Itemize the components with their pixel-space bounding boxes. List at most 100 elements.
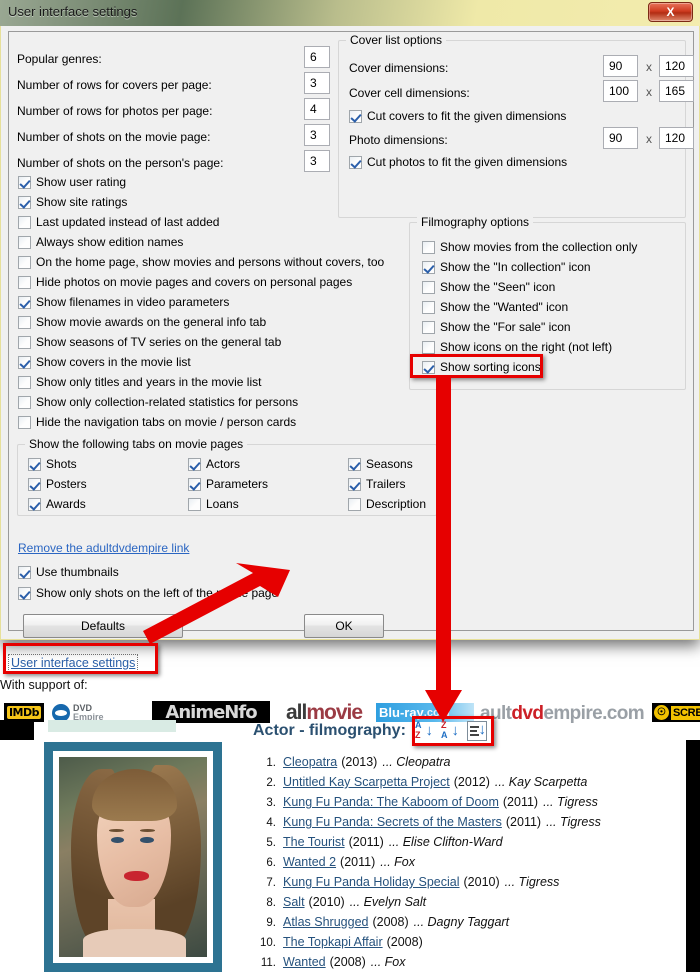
- movie-title-link[interactable]: Kung Fu Panda: The Kaboom of Doom: [283, 792, 499, 812]
- checkbox-label: Show filenames in video parameters: [36, 295, 230, 309]
- checkbox-tab-seasons[interactable]: Seasons: [348, 457, 413, 471]
- movie-title-link[interactable]: Kung Fu Panda: Secrets of the Masters: [283, 812, 502, 832]
- checkbox-hide-photos[interactable]: Hide photos on movie pages and covers on…: [18, 275, 352, 289]
- checkbox-seasons-tv-series[interactable]: Show seasons of TV series on the general…: [18, 335, 281, 349]
- checkbox-titles-years-only[interactable]: Show only titles and years in the movie …: [18, 375, 261, 389]
- checkbox-tab-shots[interactable]: Shots: [28, 457, 77, 471]
- movie-title-link[interactable]: The Tourist: [283, 832, 345, 852]
- input-cover-height[interactable]: 120: [659, 55, 694, 77]
- checkbox-box: [422, 300, 435, 314]
- checkbox-tab-posters[interactable]: Posters: [28, 477, 87, 491]
- checkbox-seen-icon[interactable]: Show the "Seen" icon: [422, 280, 555, 294]
- input-rows-photos[interactable]: 4: [304, 98, 330, 120]
- checkbox-cut-photos[interactable]: Cut photos to fit the given dimensions: [349, 155, 567, 169]
- movie-title-link[interactable]: Untitled Kay Scarpetta Project: [283, 772, 450, 792]
- adult-logo-t4: empire.com: [543, 703, 645, 724]
- movie-title-link[interactable]: Wanted: [283, 952, 326, 972]
- input-cover-cell-height[interactable]: 165: [659, 80, 694, 102]
- checkbox-tab-parameters[interactable]: Parameters: [188, 477, 268, 491]
- checkbox-tab-awards[interactable]: Awards: [28, 497, 86, 511]
- checkbox-box: [18, 215, 31, 229]
- window-titlebar[interactable]: User interface settings X: [0, 0, 700, 26]
- photo-dimensions-separator: x: [646, 132, 652, 146]
- checkbox-box: [18, 235, 31, 249]
- checkbox-last-updated[interactable]: Last updated instead of last added: [18, 215, 219, 229]
- input-photo-width[interactable]: 90: [603, 127, 638, 149]
- checkbox-label: Shots: [46, 457, 77, 471]
- checkbox-use-thumbnails[interactable]: Use thumbnails: [18, 565, 119, 579]
- checkbox-label: Posters: [46, 477, 87, 491]
- checkbox-show-site-ratings[interactable]: Show site ratings: [18, 195, 127, 209]
- list-item[interactable]: 8. Salt (2010) ... Evelyn Salt: [250, 892, 700, 912]
- list-item[interactable]: 1. Cleopatra (2013) ... Cleopatra: [250, 752, 700, 772]
- list-item[interactable]: 10. The Topkapi Affair (2008): [250, 932, 700, 952]
- close-icon[interactable]: X: [648, 2, 693, 22]
- checkbox-cut-covers[interactable]: Cut covers to fit the given dimensions: [349, 109, 566, 123]
- checkbox-covers-movie-list[interactable]: Show covers in the movie list: [18, 355, 191, 369]
- checkbox-label: On the home page, show movies and person…: [36, 255, 385, 269]
- checkbox-movie-awards[interactable]: Show movie awards on the general info ta…: [18, 315, 266, 329]
- checkbox-collection-stats[interactable]: Show only collection-related statistics …: [18, 395, 298, 409]
- checkbox-label: Show user rating: [36, 175, 127, 189]
- adultdvdempire-logo[interactable]: a ult dvd empire.com: [480, 702, 652, 726]
- checkbox-box: [18, 195, 31, 209]
- input-cover-width[interactable]: 90: [603, 55, 638, 77]
- screen-logo-text: SCREEN: [671, 705, 700, 720]
- movie-title-link[interactable]: Cleopatra: [283, 752, 337, 772]
- movie-title-link[interactable]: Salt: [283, 892, 305, 912]
- checkbox-label: Seasons: [366, 457, 413, 471]
- checkbox-box: [18, 335, 31, 349]
- checkbox-tab-trailers[interactable]: Trailers: [348, 477, 406, 491]
- decorative-green-bar: [48, 720, 176, 732]
- checkbox-for-sale-icon[interactable]: Show the "For sale" icon: [422, 320, 571, 334]
- checkbox-in-collection-icon[interactable]: Show the "In collection" icon: [422, 260, 591, 274]
- checkbox-home-page-without-covers[interactable]: On the home page, show movies and person…: [18, 255, 384, 269]
- checkbox-shots-left-of-page[interactable]: Show only shots on the left of the movie…: [18, 586, 278, 600]
- input-popular-genres[interactable]: 6: [304, 46, 330, 68]
- checkbox-show-user-rating[interactable]: Show user rating: [18, 175, 126, 189]
- checkbox-tab-description[interactable]: Description: [348, 497, 426, 511]
- label-rows-photos: Number of rows for photos per page:: [17, 104, 213, 118]
- person-photo-inner: [53, 751, 213, 963]
- cover-cell-dimensions-separator: x: [646, 85, 652, 99]
- input-photo-height[interactable]: 120: [659, 127, 694, 149]
- screen-logo[interactable]: ☉ SCREEN: [652, 703, 700, 722]
- list-item[interactable]: 6. Wanted 2 (2011) ... Fox: [250, 852, 700, 872]
- checkbox-box: [422, 240, 435, 254]
- checkbox-collection-only[interactable]: Show movies from the collection only: [422, 240, 637, 254]
- portrait-lips: [124, 871, 150, 881]
- input-shots-person-page[interactable]: 3: [304, 150, 330, 172]
- checkbox-hide-nav-tabs[interactable]: Hide the navigation tabs on movie / pers…: [18, 415, 296, 429]
- checkbox-show-filenames[interactable]: Show filenames in video parameters: [18, 295, 229, 309]
- checkbox-box: [28, 477, 41, 491]
- with-support-label: With support of:: [0, 678, 88, 692]
- checkbox-tab-actors[interactable]: Actors: [188, 457, 240, 471]
- checkbox-wanted-icon[interactable]: Show the "Wanted" icon: [422, 300, 568, 314]
- input-shots-movie-page[interactable]: 3: [304, 124, 330, 146]
- ok-button[interactable]: OK: [304, 614, 384, 638]
- checkbox-box: [18, 355, 31, 369]
- list-item[interactable]: 9. Atlas Shrugged (2008) ... Dagny Taggart: [250, 912, 700, 932]
- checkbox-edition-names[interactable]: Always show edition names: [18, 235, 183, 249]
- list-item-number: 4.: [266, 817, 276, 829]
- remove-adultdvdempire-link[interactable]: Remove the adultdvdempire link: [18, 541, 189, 555]
- defaults-button[interactable]: Defaults: [23, 614, 183, 638]
- checkbox-label: Hide photos on movie pages and covers on…: [36, 275, 353, 289]
- movie-title-link[interactable]: The Topkapi Affair: [283, 932, 383, 952]
- checkbox-tab-loans[interactable]: Loans: [188, 497, 239, 511]
- list-item[interactable]: 5. The Tourist (2011) ... Elise Clifton-War…: [250, 832, 700, 852]
- movie-title-link[interactable]: Wanted 2: [283, 852, 336, 872]
- input-cover-cell-width[interactable]: 100: [603, 80, 638, 102]
- checkbox-label: Use thumbnails: [36, 565, 119, 579]
- movie-title-link[interactable]: Atlas Shrugged: [283, 912, 368, 932]
- list-item[interactable]: 3. Kung Fu Panda: The Kaboom of Doom (2011…: [250, 792, 700, 812]
- list-item[interactable]: 11. Wanted (2008) ... Fox: [250, 952, 700, 972]
- list-item[interactable]: 2. Untitled Kay Scarpetta Project (2012)..…: [250, 772, 700, 792]
- checkbox-icons-on-right[interactable]: Show icons on the right (not left): [422, 340, 612, 354]
- list-item[interactable]: 7. Kung Fu Panda Holiday Special (2010)...…: [250, 872, 700, 892]
- input-rows-covers[interactable]: 3: [304, 72, 330, 94]
- list-item[interactable]: 4. Kung Fu Panda: Secrets of the Masters(…: [250, 812, 700, 832]
- label-cover-dimensions: Cover dimensions:: [349, 61, 449, 75]
- annotation-highlight-sorting-icons: [410, 354, 543, 378]
- movie-title-link[interactable]: Kung Fu Panda Holiday Special: [283, 872, 460, 892]
